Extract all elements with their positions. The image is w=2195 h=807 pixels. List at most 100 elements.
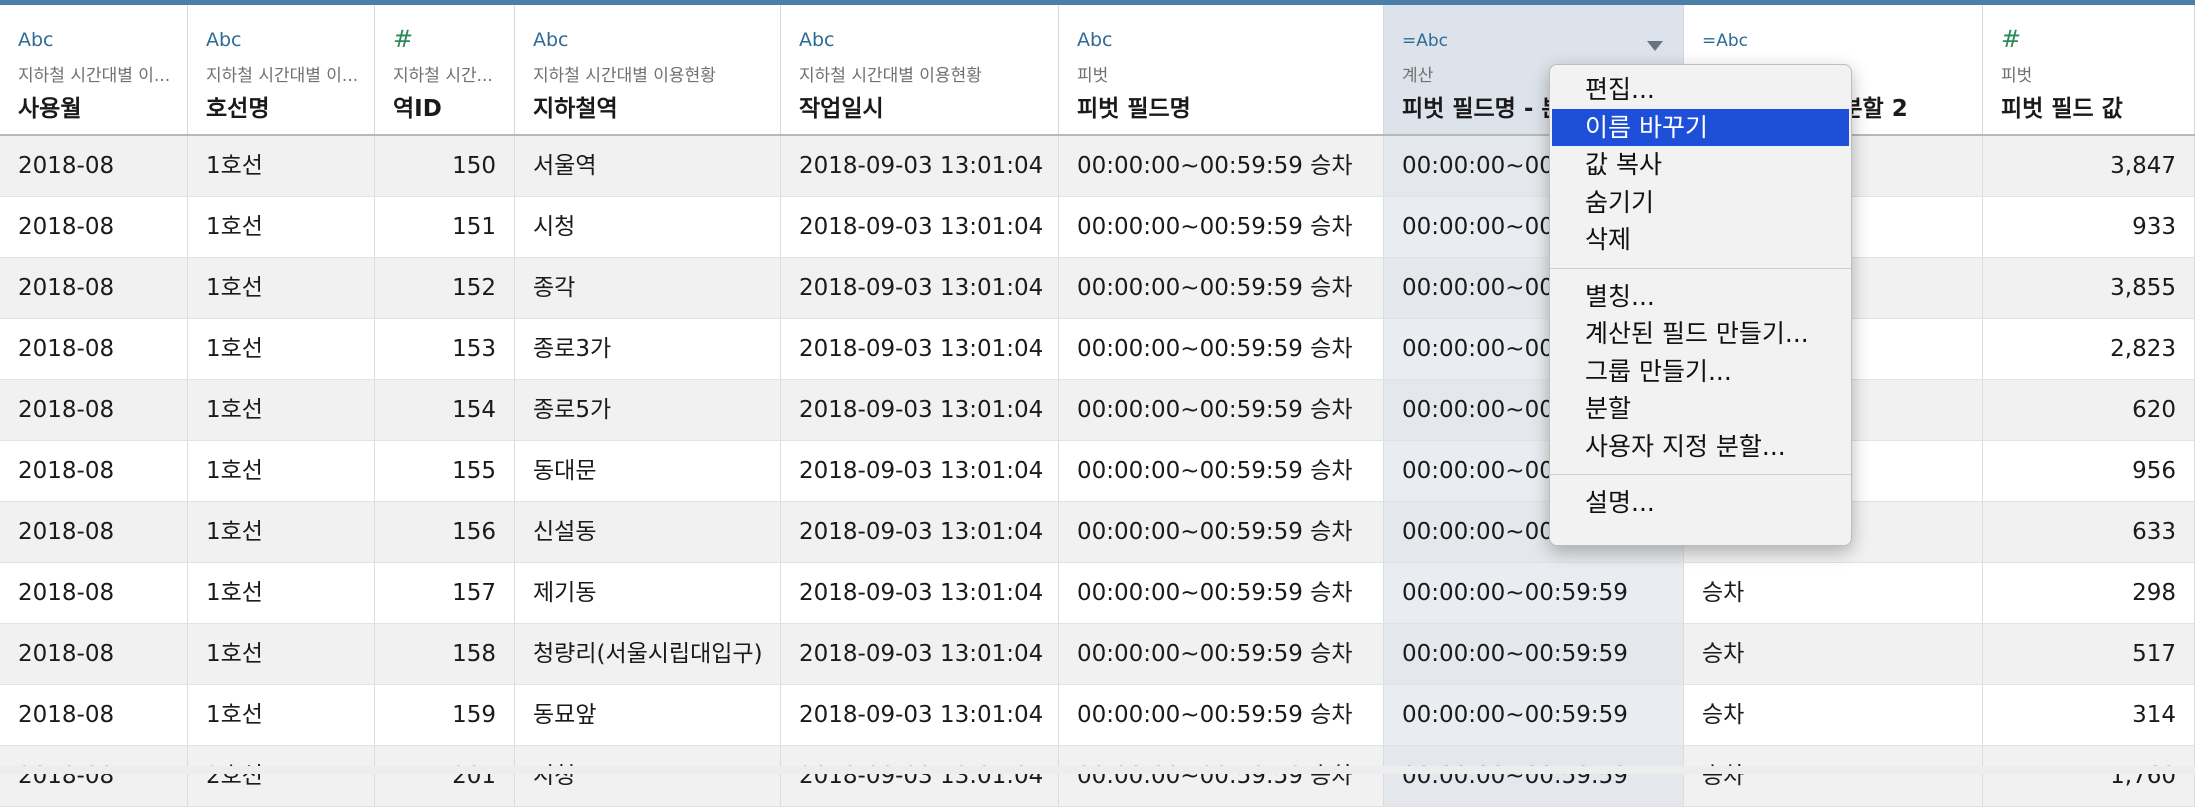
line-name-cell[interactable]: 1호선 bbox=[188, 197, 375, 257]
pivot-field-value-cell[interactable]: 314 bbox=[1983, 685, 2195, 745]
pivot-field-value-cell[interactable]: 298 bbox=[1983, 563, 2195, 623]
work-datetime-cell[interactable]: 2018-09-03 13:01:04 bbox=[781, 380, 1059, 440]
pivot-field-value-cell[interactable]: 633 bbox=[1983, 502, 2195, 562]
station-name-cell[interactable]: 종로3가 bbox=[515, 319, 781, 379]
usage-month-cell[interactable]: 2018-08 bbox=[0, 502, 188, 562]
station-name-cell[interactable]: 제기동 bbox=[515, 563, 781, 623]
station-name-cell[interactable]: 청량리(서울시립대입구) bbox=[515, 624, 781, 684]
work-datetime-cell[interactable]: 2018-09-03 13:01:04 bbox=[781, 746, 1059, 806]
column-header-pivot-field-value[interactable]: # 피벗 피벗 필드 값 bbox=[1983, 5, 2195, 134]
work-datetime-cell[interactable]: 2018-09-03 13:01:04 bbox=[781, 136, 1059, 196]
split-2-cell[interactable]: 승차 bbox=[1684, 685, 1983, 745]
pivot-field-value-cell[interactable]: 620 bbox=[1983, 380, 2195, 440]
usage-month-cell[interactable]: 2018-08 bbox=[0, 258, 188, 318]
usage-month-cell[interactable]: 2018-08 bbox=[0, 746, 188, 806]
line-name-cell[interactable]: 1호선 bbox=[188, 136, 375, 196]
line-name-cell[interactable]: 1호선 bbox=[188, 685, 375, 745]
pivot-field-name-cell[interactable]: 00:00:00~00:59:59 승차 bbox=[1059, 319, 1384, 379]
menu-item-rename[interactable]: 이름 바꾸기 bbox=[1552, 108, 1849, 146]
usage-month-cell[interactable]: 2018-08 bbox=[0, 563, 188, 623]
station-id-cell[interactable]: 156 bbox=[375, 502, 515, 562]
usage-month-cell[interactable]: 2018-08 bbox=[0, 624, 188, 684]
pivot-field-name-cell[interactable]: 00:00:00~00:59:59 승차 bbox=[1059, 441, 1384, 501]
pivot-field-value-cell[interactable]: 933 bbox=[1983, 197, 2195, 257]
work-datetime-cell[interactable]: 2018-09-03 13:01:04 bbox=[781, 502, 1059, 562]
column-header-line-name[interactable]: Abc 지하철 시간대별 이... 호선명 bbox=[188, 5, 375, 134]
split-1-cell[interactable]: 00:00:00~00:59:59 bbox=[1384, 746, 1684, 806]
station-name-cell[interactable]: 시청 bbox=[515, 197, 781, 257]
pivot-field-value-cell[interactable]: 2,823 bbox=[1983, 319, 2195, 379]
pivot-field-name-cell[interactable]: 00:00:00~00:59:59 승차 bbox=[1059, 746, 1384, 806]
station-id-cell[interactable]: 155 bbox=[375, 441, 515, 501]
column-header-work-datetime[interactable]: Abc 지하철 시간대별 이용현황 작업일시 bbox=[781, 5, 1059, 134]
station-id-cell[interactable]: 150 bbox=[375, 136, 515, 196]
station-id-cell[interactable]: 152 bbox=[375, 258, 515, 318]
usage-month-cell[interactable]: 2018-08 bbox=[0, 441, 188, 501]
station-id-cell[interactable]: 159 bbox=[375, 685, 515, 745]
usage-month-cell[interactable]: 2018-08 bbox=[0, 380, 188, 440]
column-header-station-name[interactable]: Abc 지하철 시간대별 이용현황 지하철역 bbox=[515, 5, 781, 134]
station-name-cell[interactable]: 동묘앞 bbox=[515, 685, 781, 745]
pivot-field-name-cell[interactable]: 00:00:00~00:59:59 승차 bbox=[1059, 563, 1384, 623]
split-2-cell[interactable]: 승차 bbox=[1684, 746, 1983, 806]
station-name-cell[interactable]: 종로5가 bbox=[515, 380, 781, 440]
menu-item-describe[interactable]: 설명... bbox=[1550, 484, 1851, 522]
line-name-cell[interactable]: 1호선 bbox=[188, 624, 375, 684]
line-name-cell[interactable]: 1호선 bbox=[188, 502, 375, 562]
line-name-cell[interactable]: 1호선 bbox=[188, 258, 375, 318]
line-name-cell[interactable]: 2호선 bbox=[188, 746, 375, 806]
station-name-cell[interactable]: 서울역 bbox=[515, 136, 781, 196]
pivot-field-name-cell[interactable]: 00:00:00~00:59:59 승차 bbox=[1059, 624, 1384, 684]
menu-item-aliases[interactable]: 별칭... bbox=[1550, 278, 1851, 316]
menu-item-custom-split[interactable]: 사용자 지정 분할... bbox=[1550, 428, 1851, 466]
line-name-cell[interactable]: 1호선 bbox=[188, 441, 375, 501]
menu-item-copy-values[interactable]: 값 복사 bbox=[1550, 146, 1851, 184]
station-id-cell[interactable]: 157 bbox=[375, 563, 515, 623]
work-datetime-cell[interactable]: 2018-09-03 13:01:04 bbox=[781, 197, 1059, 257]
menu-item-edit[interactable]: 편집... bbox=[1550, 71, 1851, 109]
horizontal-scrollbar[interactable] bbox=[0, 766, 2195, 774]
pivot-field-value-cell[interactable]: 3,847 bbox=[1983, 136, 2195, 196]
work-datetime-cell[interactable]: 2018-09-03 13:01:04 bbox=[781, 563, 1059, 623]
station-name-cell[interactable]: 신설동 bbox=[515, 502, 781, 562]
pivot-field-name-cell[interactable]: 00:00:00~00:59:59 승차 bbox=[1059, 685, 1384, 745]
pivot-field-value-cell[interactable]: 1,760 bbox=[1983, 746, 2195, 806]
menu-item-delete[interactable]: 삭제 bbox=[1550, 221, 1851, 259]
menu-item-hide[interactable]: 숨기기 bbox=[1550, 184, 1851, 222]
station-id-cell[interactable]: 151 bbox=[375, 197, 515, 257]
chevron-down-icon[interactable] bbox=[1647, 41, 1663, 51]
pivot-field-value-cell[interactable]: 517 bbox=[1983, 624, 2195, 684]
line-name-cell[interactable]: 1호선 bbox=[188, 380, 375, 440]
station-id-cell[interactable]: 153 bbox=[375, 319, 515, 379]
station-id-cell[interactable]: 201 bbox=[375, 746, 515, 806]
station-name-cell[interactable]: 동대문 bbox=[515, 441, 781, 501]
station-id-cell[interactable]: 154 bbox=[375, 380, 515, 440]
column-header-station-id[interactable]: # 지하철 시간... 역ID bbox=[375, 5, 515, 134]
work-datetime-cell[interactable]: 2018-09-03 13:01:04 bbox=[781, 441, 1059, 501]
menu-item-split[interactable]: 분할 bbox=[1550, 390, 1851, 428]
pivot-field-name-cell[interactable]: 00:00:00~00:59:59 승차 bbox=[1059, 380, 1384, 440]
column-header-pivot-field-name[interactable]: Abc 피벗 피벗 필드명 bbox=[1059, 5, 1384, 134]
pivot-field-name-cell[interactable]: 00:00:00~00:59:59 승차 bbox=[1059, 502, 1384, 562]
usage-month-cell[interactable]: 2018-08 bbox=[0, 197, 188, 257]
pivot-field-name-cell[interactable]: 00:00:00~00:59:59 승차 bbox=[1059, 197, 1384, 257]
station-id-cell[interactable]: 158 bbox=[375, 624, 515, 684]
usage-month-cell[interactable]: 2018-08 bbox=[0, 685, 188, 745]
split-1-cell[interactable]: 00:00:00~00:59:59 bbox=[1384, 563, 1684, 623]
pivot-field-value-cell[interactable]: 956 bbox=[1983, 441, 2195, 501]
work-datetime-cell[interactable]: 2018-09-03 13:01:04 bbox=[781, 258, 1059, 318]
pivot-field-value-cell[interactable]: 3,855 bbox=[1983, 258, 2195, 318]
split-1-cell[interactable]: 00:00:00~00:59:59 bbox=[1384, 624, 1684, 684]
usage-month-cell[interactable]: 2018-08 bbox=[0, 136, 188, 196]
station-name-cell[interactable]: 종각 bbox=[515, 258, 781, 318]
menu-item-create-group[interactable]: 그룹 만들기... bbox=[1550, 353, 1851, 391]
station-name-cell[interactable]: 시청 bbox=[515, 746, 781, 806]
menu-item-create-calculated-field[interactable]: 계산된 필드 만들기... bbox=[1550, 315, 1851, 353]
work-datetime-cell[interactable]: 2018-09-03 13:01:04 bbox=[781, 319, 1059, 379]
line-name-cell[interactable]: 1호선 bbox=[188, 563, 375, 623]
work-datetime-cell[interactable]: 2018-09-03 13:01:04 bbox=[781, 624, 1059, 684]
split-1-cell[interactable]: 00:00:00~00:59:59 bbox=[1384, 685, 1684, 745]
pivot-field-name-cell[interactable]: 00:00:00~00:59:59 승차 bbox=[1059, 258, 1384, 318]
split-2-cell[interactable]: 승차 bbox=[1684, 624, 1983, 684]
line-name-cell[interactable]: 1호선 bbox=[188, 319, 375, 379]
